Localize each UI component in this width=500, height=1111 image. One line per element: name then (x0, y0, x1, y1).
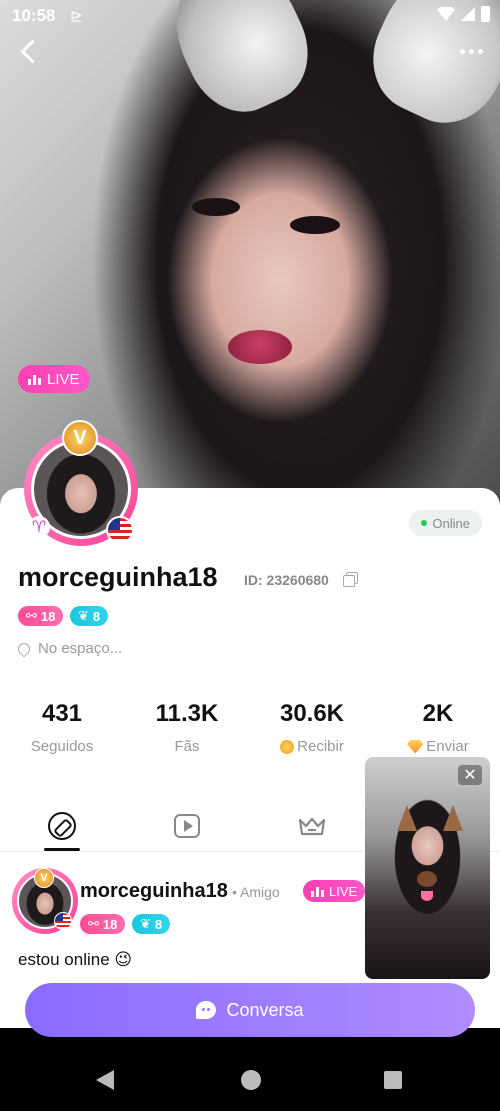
dog-nose (417, 871, 437, 887)
tab-moments[interactable] (46, 810, 78, 842)
active-tab-indicator (44, 848, 80, 851)
stat-fans[interactable]: 11.3K Fãs (127, 700, 247, 755)
stat-sent[interactable]: 2K Enviar (378, 700, 498, 755)
dog-ear-left (397, 805, 417, 831)
copy-id-icon[interactable] (343, 572, 358, 587)
online-label: Online (432, 515, 470, 531)
close-icon[interactable]: ✕ (458, 765, 482, 785)
compass-icon (48, 812, 76, 840)
stat-value: 11.3K (155, 700, 219, 727)
user-id: ID: 23260680 (244, 572, 329, 588)
live-badge[interactable]: LIVE (18, 365, 90, 393)
tab-privileges[interactable] (296, 810, 328, 842)
nav-recents-icon[interactable] (384, 1071, 402, 1089)
link-icon: ⚯ (88, 916, 99, 931)
nav-back-icon[interactable] (96, 1070, 114, 1090)
tab-videos[interactable] (171, 810, 203, 842)
diamond-icon (407, 739, 424, 754)
post-text: estou online 😉 (18, 950, 133, 969)
location-pin-icon (15, 640, 33, 657)
stat-label: Fãs (174, 738, 200, 755)
post-username: morceguinha18 (80, 880, 228, 902)
eye-right (290, 216, 340, 234)
stat-value: 431 (41, 700, 83, 727)
stat-following[interactable]: 431 Seguidos (2, 700, 122, 755)
online-dot-icon (421, 520, 428, 526)
post-charm-level-badge: ❦ 8 (132, 914, 171, 934)
coin-icon (280, 739, 295, 754)
profile-avatar[interactable]: V ♈ (20, 420, 142, 548)
status-bar: 10:58 ⊵ (0, 0, 500, 32)
vip-crown-icon: V (62, 420, 98, 456)
nav-home-icon[interactable] (241, 1070, 261, 1090)
post-charm-level-value: 8 (154, 916, 163, 932)
cast-icon: ⊵ (70, 8, 83, 25)
chat-bubble-icon (196, 1001, 217, 1019)
zodiac-aries-icon: ♈ (28, 516, 50, 538)
sprout-icon: ❦ (140, 916, 151, 931)
profile-username: morceguinha18 (18, 562, 218, 592)
signal-icon (461, 7, 475, 21)
post-live-label: LIVE (329, 883, 358, 899)
chat-button[interactable]: Conversa (25, 983, 475, 1037)
video-icon (174, 814, 200, 838)
post-relation: • Amigo (232, 884, 280, 900)
battery-icon (481, 6, 490, 22)
live-badge-label: LIVE (47, 370, 80, 388)
stat-label: Enviar (426, 738, 469, 755)
more-options-button[interactable] (456, 38, 486, 64)
sprout-icon: ❦ (78, 608, 89, 623)
link-icon: ⚯ (26, 608, 37, 623)
post-wealth-level-badge: ⚯ 18 (80, 914, 126, 934)
location-row: No espaço... (15, 640, 123, 657)
post-wealth-level-value: 18 (102, 916, 118, 932)
post-live-badge[interactable]: LIVE (303, 880, 366, 902)
stat-value: 30.6K (279, 700, 345, 727)
wifi-icon (437, 7, 455, 21)
stat-label: Recibir (297, 738, 344, 755)
crown-icon (298, 817, 326, 836)
chat-button-label: Conversa (226, 999, 304, 1020)
system-nav-bar (0, 1050, 500, 1111)
live-bars-icon (28, 373, 41, 385)
us-flag-icon (54, 912, 72, 930)
eye-left (192, 198, 240, 216)
lips (228, 330, 292, 364)
live-preview-window[interactable]: ✕ (365, 757, 490, 979)
stat-received[interactable]: 30.6K Recibir (252, 700, 372, 755)
dog-tongue (421, 891, 433, 901)
live-bars-icon (311, 885, 324, 897)
stat-value: 2K (422, 700, 454, 727)
back-button[interactable] (14, 36, 44, 66)
vip-crown-icon: V (34, 868, 54, 888)
charm-level-badge: ❦ 8 (70, 606, 109, 626)
location-text: No espaço... (38, 640, 123, 657)
stat-label: Seguidos (30, 738, 94, 755)
profile-stats: 431 Seguidos 11.3K Fãs 30.6K Recibir 2K … (0, 700, 500, 764)
online-status-badge: Online (409, 510, 482, 536)
charm-level-value: 8 (92, 608, 101, 624)
status-time: 10:58 (12, 6, 56, 25)
us-flag-icon (106, 516, 134, 544)
status-icons (437, 6, 490, 22)
dog-ear-right (443, 805, 463, 831)
wealth-level-badge: ⚯ 18 (18, 606, 64, 626)
wealth-level-value: 18 (40, 608, 56, 624)
